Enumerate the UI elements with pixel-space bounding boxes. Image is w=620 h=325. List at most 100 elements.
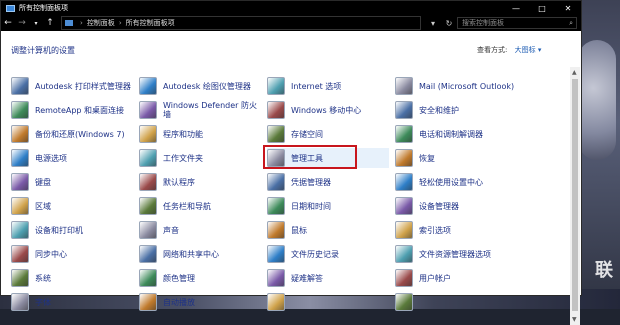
printer-icon (11, 77, 29, 95)
control-panel-item[interactable]: Autodesk 打印样式管理器 (11, 76, 133, 96)
control-panel-item[interactable]: Windows 移动中心 (267, 100, 389, 120)
item-label: 文件历史记录 (291, 249, 339, 259)
view-by: 查看方式: 大图标 ▾ (477, 45, 541, 55)
item-label: Internet 选项 (291, 81, 342, 91)
recent-dropdown-icon[interactable]: ▾ (29, 20, 43, 27)
close-button[interactable]: ✕ (555, 4, 581, 13)
item-label: 用户帐户 (419, 273, 451, 283)
control-panel-item[interactable]: 网络和共享中心 (139, 244, 261, 264)
item-label: 鼠标 (291, 225, 307, 235)
control-panel-item[interactable]: 字体 (11, 292, 133, 312)
item-label: 区域 (35, 201, 51, 211)
back-button[interactable]: ← (1, 18, 15, 28)
control-panel-item[interactable]: 存储空间 (267, 124, 389, 144)
scroll-down-icon[interactable]: ▼ (572, 316, 577, 323)
autoplay-icon (139, 293, 157, 311)
control-panel-item[interactable]: 日期和时间 (267, 196, 389, 216)
control-panel-item[interactable]: Mail (Microsoft Outlook) (395, 76, 517, 96)
control-panel-item[interactable]: Windows Defender 防火墙 (139, 100, 261, 120)
control-panel-item[interactable]: 系统 (11, 268, 133, 288)
control-panel-item[interactable]: 颜色管理 (139, 268, 261, 288)
control-panel-item[interactable]: RemoteApp 和桌面连接 (11, 100, 133, 120)
control-panel-item[interactable]: 默认程序 (139, 172, 261, 192)
control-panel-item[interactable]: 备份和还原(Windows 7) (11, 124, 133, 144)
item-label: 设备管理器 (419, 201, 459, 211)
default-programs-icon (139, 173, 157, 191)
control-panel-item[interactable]: 文件资源管理器选项 (395, 244, 517, 264)
control-panel-item[interactable] (395, 292, 517, 312)
misc2-icon (395, 293, 413, 311)
item-label: 程序和功能 (163, 129, 203, 139)
item-label: 存储空间 (291, 129, 323, 139)
control-panel-item[interactable]: 声音 (139, 220, 261, 240)
window-title: 所有控制面板项 (19, 4, 68, 12)
control-panel-item[interactable]: 恢复 (395, 148, 517, 168)
item-label: 索引选项 (419, 225, 451, 235)
control-panel-item[interactable]: 文件历史记录 (267, 244, 389, 264)
control-panel-item[interactable]: 凭据管理器 (267, 172, 389, 192)
item-label: 恢复 (419, 153, 435, 163)
up-button[interactable]: ↑ (43, 18, 57, 28)
view-by-dropdown[interactable]: 大图标 ▾ (515, 46, 542, 54)
clock-icon (267, 197, 285, 215)
color-icon (139, 269, 157, 287)
search-input[interactable]: 搜索控制面板 ⌕ (457, 17, 577, 29)
control-panel-item[interactable]: 疑难解答 (267, 268, 389, 288)
scrollbar-thumb[interactable] (572, 79, 578, 311)
control-panel-item[interactable]: 工作文件夹 (139, 148, 261, 168)
page-title: 调整计算机的设置 (11, 46, 75, 55)
item-label: 任务栏和导航 (163, 201, 211, 211)
misc-icon (267, 293, 285, 311)
item-label: 疑难解答 (291, 273, 323, 283)
control-panel-item[interactable]: 同步中心 (11, 244, 133, 264)
address-dropdown-icon[interactable]: ▾ (425, 19, 441, 28)
control-panel-item[interactable]: Autodesk 绘图仪管理器 (139, 76, 261, 96)
backup-icon (11, 125, 29, 143)
vertical-scrollbar[interactable]: ▲ ▼ (570, 67, 580, 325)
item-label: 安全和维护 (419, 105, 459, 115)
item-label: Windows Defender 防火墙 (163, 101, 257, 119)
device-manager-icon (395, 197, 413, 215)
minimize-button[interactable]: — (503, 4, 529, 13)
folder-icon (139, 149, 157, 167)
control-panel-item[interactable]: 区域 (11, 196, 133, 216)
watermark: 联 (595, 260, 614, 281)
flag-icon (395, 101, 413, 119)
taskbar-icon (139, 197, 157, 215)
search-icon: ⌕ (569, 18, 573, 27)
index-icon (395, 221, 413, 239)
control-panel-icon (65, 20, 73, 26)
control-panel-window: 所有控制面板项 — □ ✕ ← → ▾ ↑ › 控制面板 › 所有控制面板项 ▾… (0, 0, 582, 325)
item-label: 设备和打印机 (35, 225, 83, 235)
control-panel-item[interactable]: 鼠标 (267, 220, 389, 240)
storage-icon (267, 125, 285, 143)
item-label: 电话和调制解调器 (419, 129, 483, 139)
breadcrumb-all-items[interactable]: 所有控制面板项 (126, 18, 175, 28)
control-panel-item[interactable]: 电源选项 (11, 148, 133, 168)
control-panel-item[interactable]: 设备管理器 (395, 196, 517, 216)
control-panel-item[interactable]: 键盘 (11, 172, 133, 192)
control-panel-item[interactable] (267, 292, 389, 312)
maximize-button[interactable]: □ (529, 4, 555, 13)
control-panel-item[interactable]: 用户帐户 (395, 268, 517, 288)
control-panel-item[interactable]: 任务栏和导航 (139, 196, 261, 216)
troubleshoot-icon (267, 269, 285, 287)
item-label: 电源选项 (35, 153, 67, 163)
control-panel-item[interactable]: 索引选项 (395, 220, 517, 240)
power-icon (11, 149, 29, 167)
control-panel-item[interactable]: Internet 选项 (267, 76, 389, 96)
firewall-icon (139, 101, 157, 119)
control-panel-item[interactable]: 自动播放 (139, 292, 261, 312)
control-panel-item[interactable]: 电话和调制解调器 (395, 124, 517, 144)
refresh-icon[interactable]: ↻ (441, 19, 457, 28)
item-label: Mail (Microsoft Outlook) (419, 81, 515, 91)
address-field[interactable]: › 控制面板 › 所有控制面板项 (61, 16, 421, 30)
title-bar: 所有控制面板项 — □ ✕ (1, 1, 581, 15)
forward-button[interactable]: → (15, 18, 29, 28)
control-panel-item[interactable]: 轻松使用设置中心 (395, 172, 517, 192)
control-panel-item[interactable]: 设备和打印机 (11, 220, 133, 240)
control-panel-item[interactable]: 安全和维护 (395, 100, 517, 120)
control-panel-item[interactable]: 程序和功能 (139, 124, 261, 144)
breadcrumb-control-panel[interactable]: 控制面板 (87, 18, 115, 28)
scroll-up-icon[interactable]: ▲ (572, 69, 577, 76)
